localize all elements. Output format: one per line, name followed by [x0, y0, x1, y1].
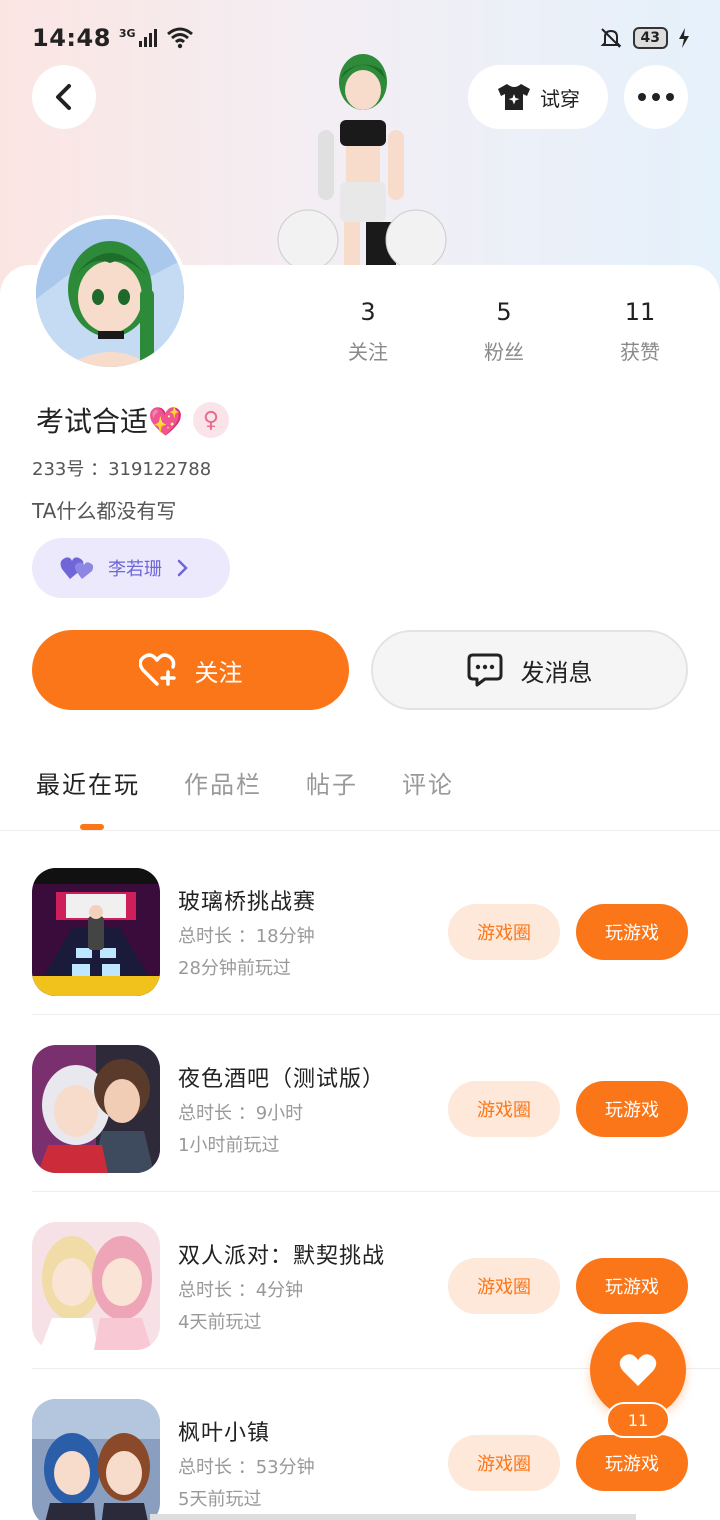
avatar-3d-figure — [277, 54, 447, 265]
game-thumbnail-night-bar[interactable] — [32, 1045, 160, 1173]
game-duration: 总时长 ：9小时 — [178, 1103, 304, 1124]
stat-followers-value: 5 — [496, 298, 512, 326]
game-title: 双人派对：默契挑战 — [178, 1244, 386, 1269]
tabs-divider — [0, 830, 720, 831]
send-message-label: 发消息 — [520, 658, 593, 687]
like-count-badge: 11 — [606, 1402, 670, 1438]
try-on-label: 试穿 — [540, 86, 580, 111]
cp-relationship-pill[interactable]: 李若珊 — [32, 538, 230, 598]
tab-works[interactable]: 作品栏 — [184, 765, 262, 800]
game-duration: 总时长 ：4分钟 — [178, 1280, 304, 1301]
stat-likes-label: 获赞 — [620, 340, 660, 364]
battery-level: 43 — [632, 27, 668, 49]
chevron-right-icon — [177, 559, 188, 577]
more-dots-icon — [638, 93, 674, 101]
bottom-scroll-indicator — [150, 1514, 636, 1520]
cp-name: 李若珊 — [108, 559, 162, 580]
play-game-button[interactable]: 玩游戏 — [576, 1435, 688, 1491]
game-last-played: 5天前玩过 — [178, 1489, 262, 1510]
game-last-played: 28分钟前玩过 — [178, 958, 291, 979]
user-bio: TA什么都没有写 — [32, 499, 177, 523]
status-time: 14:48 — [32, 24, 111, 52]
heart-icon — [619, 1354, 657, 1386]
game-thumbnail-glass-bridge[interactable] — [32, 868, 160, 996]
tab-posts[interactable]: 帖子 — [306, 765, 358, 800]
tab-comments[interactable]: 评论 — [402, 765, 454, 800]
heart-plus-icon — [138, 653, 176, 686]
charging-icon — [679, 28, 689, 48]
game-last-played: 1小时前玩过 — [178, 1135, 280, 1156]
list-item[interactable]: 玻璃桥挑战赛 总时长 ：18分钟 28分钟前玩过 游戏圈 玩游戏 — [32, 838, 720, 1015]
play-game-button[interactable]: 玩游戏 — [576, 904, 688, 960]
play-game-button[interactable]: 玩游戏 — [576, 1258, 688, 1314]
chat-bubble-icon — [467, 653, 502, 687]
tab-recent-played[interactable]: 最近在玩 — [36, 765, 140, 800]
more-button[interactable] — [624, 65, 688, 129]
game-duration: 总时长 ：53分钟 — [178, 1457, 315, 1478]
stat-likes[interactable]: 11 获赞 — [572, 298, 708, 365]
profile-stats: 3 关注 5 粉丝 11 获赞 — [300, 298, 720, 365]
network-label: 3G — [118, 26, 136, 40]
game-circle-button[interactable]: 游戏圈 — [448, 1081, 560, 1137]
game-title: 玻璃桥挑战赛 — [178, 890, 317, 915]
play-game-button[interactable]: 玩游戏 — [576, 1081, 688, 1137]
stat-followers-label: 粉丝 — [484, 340, 524, 364]
game-thumbnail-couple-party[interactable] — [32, 1222, 160, 1350]
send-message-button[interactable]: 发消息 — [371, 630, 688, 710]
game-title: 枫叶小镇 — [178, 1421, 271, 1446]
stat-following[interactable]: 3 关注 — [300, 298, 436, 365]
user-id: 233号 ：319122788 — [32, 459, 212, 480]
chevron-left-icon — [56, 84, 71, 110]
game-circle-button[interactable]: 游戏圈 — [448, 904, 560, 960]
profile-tabs: 最近在玩 作品栏 帖子 评论 — [36, 765, 454, 800]
double-heart-icon — [60, 557, 94, 579]
signal-icon — [138, 29, 157, 47]
game-circle-button[interactable]: 游戏圈 — [448, 1258, 560, 1314]
follow-button[interactable]: 关注 — [32, 630, 349, 710]
stat-followers[interactable]: 5 粉丝 — [436, 298, 572, 365]
game-duration: 总时长 ：18分钟 — [178, 926, 315, 947]
tshirt-icon — [498, 84, 530, 110]
game-title: 夜色酒吧（测试版） — [178, 1067, 386, 1092]
username: 考试合适💖 — [36, 405, 183, 438]
wifi-icon — [166, 27, 193, 49]
game-last-played: 4天前玩过 — [178, 1312, 262, 1333]
username-row: 考试合适💖 ♀ — [36, 400, 229, 440]
game-thumbnail-maple-town[interactable] — [32, 1399, 160, 1520]
stat-likes-value: 11 — [624, 298, 656, 326]
game-circle-button[interactable]: 游戏圈 — [448, 1435, 560, 1491]
female-gender-icon: ♀ — [192, 402, 229, 438]
follow-label: 关注 — [194, 658, 243, 687]
stat-following-value: 3 — [360, 298, 376, 326]
back-button[interactable] — [32, 65, 96, 129]
avatar[interactable] — [32, 215, 188, 371]
mute-bell-icon — [600, 28, 621, 48]
list-item[interactable]: 夜色酒吧（测试版） 总时长 ：9小时 1小时前玩过 游戏圈 玩游戏 — [32, 1015, 720, 1192]
stat-following-label: 关注 — [348, 340, 388, 364]
try-on-button[interactable]: 试穿 — [468, 65, 608, 129]
